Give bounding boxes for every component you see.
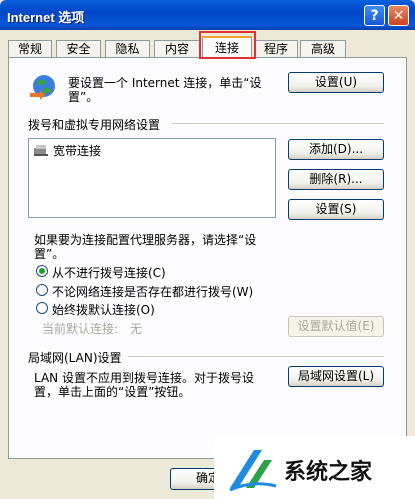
- setup-button[interactable]: 设置(U): [288, 72, 384, 93]
- internet-options-window: Internet 选项 ? ✕ 常规 安全 隐私 内容 连接 程序 高级 要设置…: [0, 0, 415, 499]
- radio-never-dial[interactable]: [36, 265, 48, 277]
- radio-dial-whenever-label[interactable]: 不论网络连接是否存在都进行拨号(W): [52, 283, 253, 300]
- radio-always-dial-label[interactable]: 始终拨默认连接(O): [52, 301, 155, 318]
- tab-advanced[interactable]: 高级: [300, 40, 346, 58]
- window-title: Internet 选项: [7, 10, 85, 25]
- current-default-value: 无: [130, 322, 143, 336]
- lan-text-line2: 置，单击上面的“设置”按钮。: [34, 385, 191, 399]
- proxy-text-line2: 置”。: [34, 247, 65, 261]
- add-button[interactable]: 添加(D)...: [288, 139, 384, 160]
- watermark-text: 系统之家: [284, 460, 373, 485]
- radio-always-dial[interactable]: [36, 302, 48, 314]
- help-button[interactable]: ?: [364, 5, 385, 26]
- lan-heading: 局域网(LAN)设置: [28, 351, 122, 365]
- delete-button[interactable]: 删除(R)...: [288, 169, 384, 190]
- current-default-label: 当前默认连接:: [42, 322, 119, 336]
- radio-dial-whenever[interactable]: [36, 284, 48, 296]
- list-item-label: 宽带连接: [53, 144, 102, 158]
- watermark: 系统之家: [214, 436, 415, 499]
- proxy-text-line1: 如果要为连接配置代理服务器，请选择“设: [34, 233, 257, 247]
- tab-privacy[interactable]: 隐私: [105, 40, 150, 58]
- dialup-divider: [172, 123, 384, 124]
- tab-general[interactable]: 常规: [8, 40, 52, 58]
- setup-text-line2: 置”。: [68, 90, 99, 104]
- tab-security[interactable]: 安全: [56, 40, 101, 58]
- dialup-heading: 拨号和虚拟专用网络设置: [28, 118, 161, 132]
- tab-programs[interactable]: 程序: [254, 40, 298, 58]
- broadband-icon: [34, 145, 48, 156]
- globe-icon: [30, 75, 55, 100]
- highlight-box: [199, 31, 256, 59]
- lan-divider: [128, 356, 384, 357]
- radio-never-dial-label[interactable]: 从不进行拨号连接(C): [52, 264, 166, 281]
- title-bar[interactable]: Internet 选项 ? ✕: [0, 0, 415, 30]
- connection-list[interactable]: 宽带连接: [28, 138, 276, 218]
- lan-settings-button[interactable]: 局域网设置(L): [288, 366, 384, 387]
- set-default-button[interactable]: 设置默认值(E): [288, 316, 384, 337]
- close-button[interactable]: ✕: [388, 5, 409, 26]
- settings-button[interactable]: 设置(S): [288, 199, 384, 220]
- tab-content[interactable]: 内容: [154, 40, 200, 58]
- watermark-logo-icon: [229, 450, 277, 492]
